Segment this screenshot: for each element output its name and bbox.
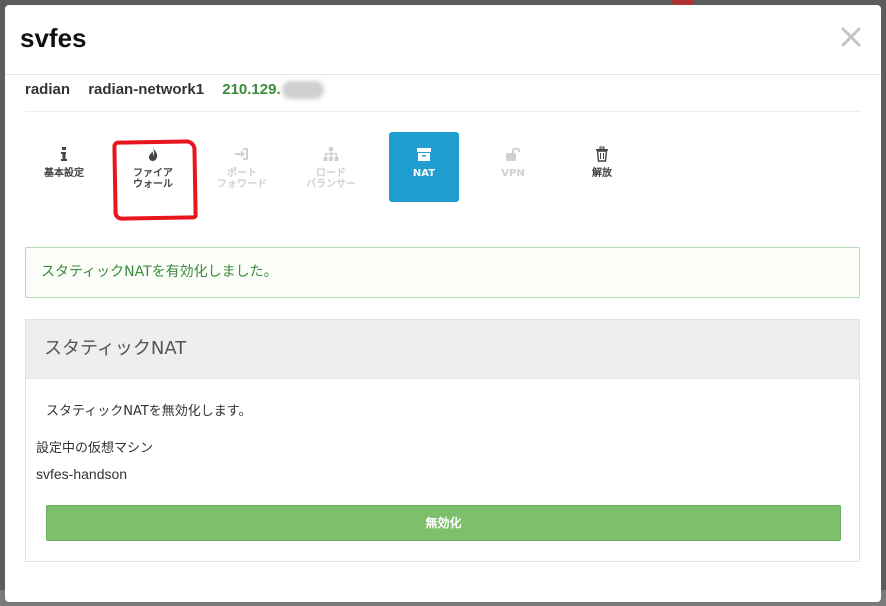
vm-name: svfes-handson (36, 466, 128, 482)
sign-in-icon (235, 148, 248, 160)
tab-vpn[interactable]: VPN (478, 132, 548, 202)
info-icon (61, 147, 67, 161)
panel-heading: スタティックNAT (26, 320, 859, 379)
ip-redacted (281, 81, 324, 100)
ip-address: 210.129. (222, 81, 281, 98)
tab-nat[interactable]: NAT (389, 132, 459, 202)
tab-basic-settings[interactable]: 基本設定 (29, 132, 99, 202)
server-info-row: radian radian-network1 210.129. (25, 78, 860, 112)
static-nat-panel: スタティックNAT スタティックNATを無効化します。 設定中の仮想マシン sv… (25, 319, 860, 562)
tab-port-forward[interactable]: ポート フォワード (207, 132, 277, 202)
tab-label: 解放 (592, 168, 612, 179)
highlight-annotation (112, 139, 198, 221)
tab-label: VPN (501, 168, 525, 179)
network-name: radian-network1 (88, 81, 205, 98)
success-alert: スタティックNATを有効化しました。 (25, 247, 860, 298)
panel-description: スタティックNATを無効化します。 (46, 404, 252, 419)
tab-label: ポート フォワード (217, 168, 267, 190)
modal-header: svfes (5, 5, 881, 75)
tab-label: NAT (412, 168, 436, 179)
modal-title: svfes (20, 23, 87, 53)
close-icon[interactable] (839, 25, 863, 49)
sitemap-icon (323, 147, 339, 161)
unlock-icon (506, 147, 520, 161)
server-name: radian (25, 81, 71, 98)
tab-label: ロード バランサー (306, 168, 356, 190)
trash-icon (596, 146, 608, 162)
tab-load-balancer[interactable]: ロード バランサー (296, 132, 366, 202)
vm-label: 設定中の仮想マシン (36, 441, 154, 456)
archive-icon (417, 148, 431, 161)
tab-release[interactable]: 解放 (567, 132, 637, 202)
disable-button[interactable]: 無効化 (46, 505, 841, 541)
tab-label: 基本設定 (44, 168, 84, 179)
